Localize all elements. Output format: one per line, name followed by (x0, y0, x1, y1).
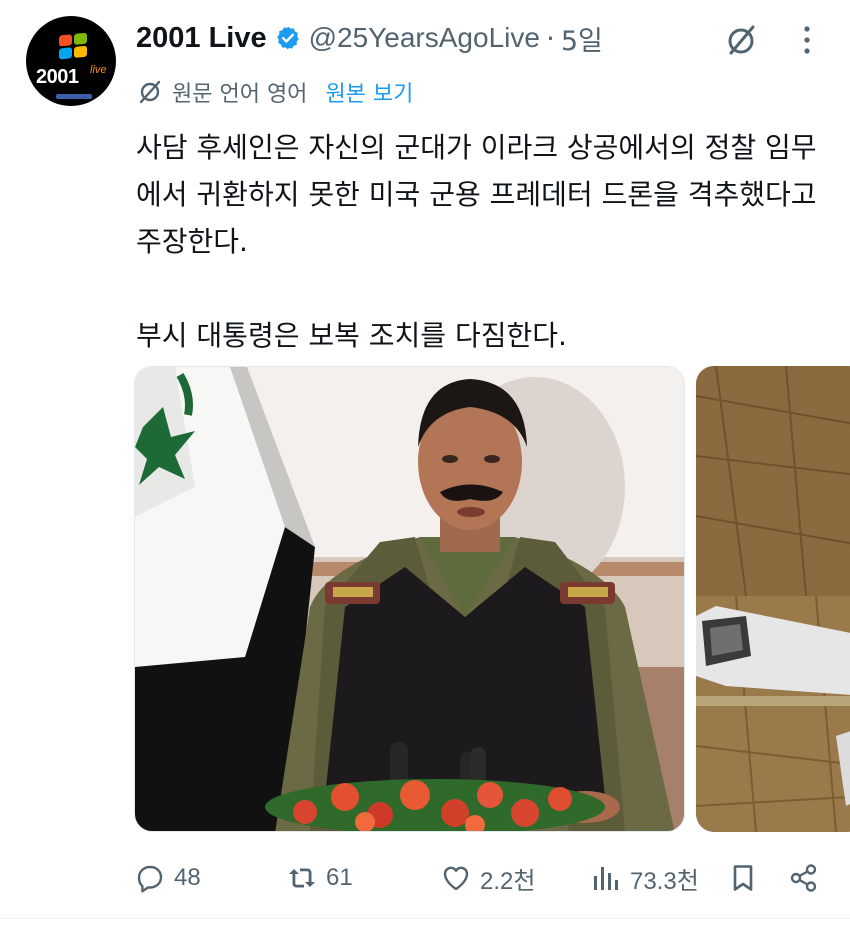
avatar-bar (56, 94, 92, 99)
avatar-text: 2001 (36, 66, 79, 88)
translation-row: 원문 언어 영어 원본 보기 (136, 76, 413, 108)
grok-icon[interactable] (722, 20, 762, 60)
views-button[interactable]: 73.3천 (590, 852, 699, 904)
display-name[interactable]: 2001 Live (136, 22, 267, 55)
share-button[interactable] (788, 852, 820, 904)
divider (0, 918, 850, 919)
show-original-link[interactable]: 원본 보기 (325, 76, 413, 108)
bookmark-icon (733, 865, 753, 891)
views-count: 73.3천 (630, 867, 699, 895)
avatar[interactable]: 2001 live (26, 16, 116, 106)
avatar-sup: live (90, 64, 107, 76)
tweet-paragraph-2: 부시 대통령은 보복 조치를 다짐한다. (136, 319, 567, 352)
separator-dot: · (545, 21, 555, 55)
media-photo-2[interactable] (696, 366, 850, 832)
user-handle[interactable]: @25YearsAgoLive (309, 22, 540, 54)
more-options-icon[interactable] (795, 22, 819, 58)
reply-icon (137, 865, 163, 893)
like-button[interactable]: 2.2천 (440, 852, 535, 904)
views-icon (594, 867, 618, 890)
retweet-button[interactable]: 61 (286, 852, 353, 904)
tweet[interactable]: 2001 live 2001 Live @25YearsAgoLive · 5일… (0, 0, 850, 925)
tweet-paragraph-1: 사담 후세인은 자신의 군대가 이라크 상공에서의 정찰 임무에서 귀환하지 못… (136, 131, 817, 258)
timestamp[interactable]: 5일 (561, 19, 603, 58)
verified-badge-icon (276, 26, 299, 50)
bookmark-button[interactable] (727, 852, 759, 904)
like-count: 2.2천 (480, 867, 536, 895)
heart-icon (443, 866, 469, 891)
media-photo-1[interactable] (134, 366, 685, 832)
retweet-icon (289, 868, 315, 888)
reply-button[interactable]: 48 (134, 852, 201, 904)
translation-label: 원문 언어 영어 (172, 82, 308, 107)
windows-logo-icon (59, 32, 89, 61)
photo-1-image (135, 367, 684, 831)
tweet-text: 사담 후세인은 자신의 군대가 이라크 상공에서의 정찰 임무에서 귀환하지 못… (136, 124, 826, 359)
share-icon (790, 864, 817, 892)
translate-icon (139, 80, 161, 104)
retweet-count: 61 (326, 864, 353, 891)
tweet-header: 2001 Live @25YearsAgoLive · 5일 (136, 18, 603, 58)
action-bar: 48 61 2.2천 73.3천 (0, 852, 850, 904)
photo-2-image (696, 366, 850, 832)
reply-count: 48 (174, 864, 201, 891)
